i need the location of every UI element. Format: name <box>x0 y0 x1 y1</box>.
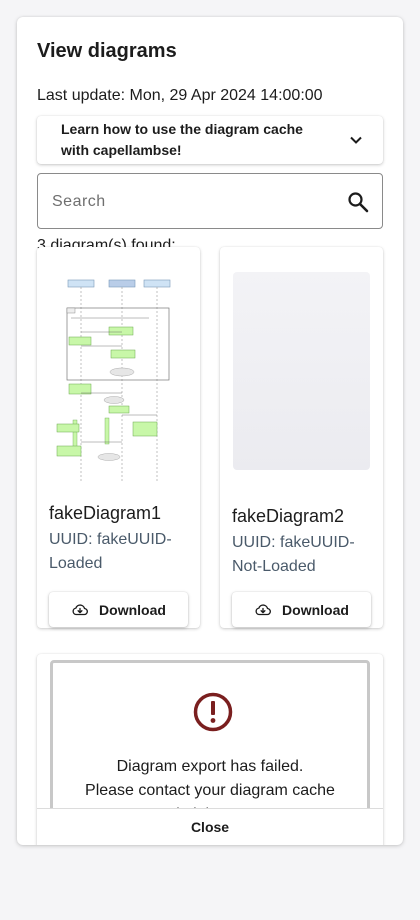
download-button[interactable]: Download <box>232 592 371 627</box>
view-diagrams-dialog: View diagrams Last update: Mon, 29 Apr 2… <box>17 17 403 845</box>
search-input[interactable] <box>52 188 322 216</box>
close-button[interactable]: Close <box>191 819 229 835</box>
diagram-thumbnail[interactable] <box>49 272 186 484</box>
dialog-title: View diagrams <box>37 40 177 62</box>
cloud-download-icon <box>255 603 271 615</box>
diagram-name: fakeDiagram1 <box>49 503 162 523</box>
cloud-download-icon <box>72 603 88 615</box>
download-label: Download <box>99 601 166 618</box>
diagram-card: fakeDiagram1 UUID: fakeUUID-Loaded Downl… <box>37 247 200 628</box>
download-button[interactable]: Download <box>49 592 188 627</box>
error-icon <box>193 692 233 732</box>
error-line-1: Diagram export has failed. <box>116 758 304 775</box>
last-update-text: Last update: Mon, 29 Apr 2024 14:00:00 <box>37 87 323 104</box>
diagram-card: fakeDiagram2 UUID: fakeUUID-Not-Loaded D… <box>220 247 383 628</box>
diagram-uuid: UUID: fakeUUID-Not-Loaded <box>232 534 355 575</box>
accordion-label: Learn how to use the diagram cache with … <box>61 121 303 158</box>
chevron-down-icon[interactable] <box>349 133 363 147</box>
cache-help-accordion[interactable]: Learn how to use the diagram cache with … <box>37 116 383 164</box>
search-icon[interactable] <box>346 190 370 214</box>
dialog-actions: Close <box>37 808 383 845</box>
download-label: Download <box>282 601 349 618</box>
diagram-thumbnail-placeholder <box>233 272 370 470</box>
diagram-name: fakeDiagram2 <box>232 506 345 526</box>
diagram-uuid: UUID: fakeUUID-Loaded <box>49 531 172 572</box>
search-field[interactable] <box>37 173 383 229</box>
